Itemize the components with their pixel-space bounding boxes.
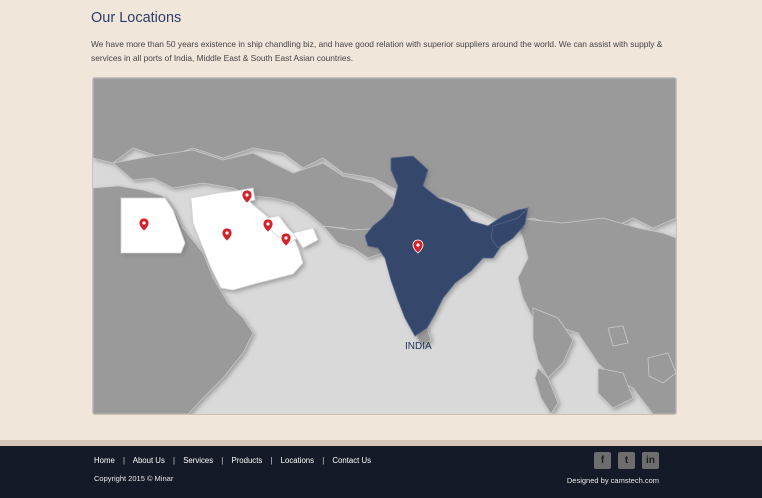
india-label: INDIA — [405, 341, 432, 352]
footer-nav: Home | About Us | Services | Products | … — [94, 456, 371, 465]
map-svg: INDIA — [93, 78, 676, 414]
nav-separator: | — [221, 456, 224, 465]
footer-link-about-us[interactable]: About Us — [133, 456, 165, 465]
page-title: Our Locations — [91, 10, 182, 26]
footer-link-locations[interactable]: Locations — [281, 456, 314, 465]
nav-separator: | — [322, 456, 325, 465]
intro-text: We have more than 50 years existence in … — [91, 39, 663, 63]
nav-separator: | — [173, 456, 176, 465]
nav-separator: | — [122, 456, 126, 465]
footer-link-services[interactable]: Services — [183, 456, 213, 465]
designer-credit[interactable]: Designed by camstech.com — [567, 476, 659, 485]
social-links: f t in — [594, 452, 659, 469]
facebook-icon[interactable]: f — [594, 452, 611, 469]
linkedin-icon[interactable]: in — [642, 452, 659, 469]
footer-link-contact-us[interactable]: Contact Us — [332, 456, 371, 465]
footer-link-products[interactable]: Products — [232, 456, 263, 465]
locations-map: INDIA — [92, 77, 677, 415]
copyright-text: Copyright 2015 © Minar — [94, 474, 174, 483]
footer-link-home[interactable]: Home — [94, 456, 115, 465]
nav-separator: | — [270, 456, 273, 465]
footer: Home | About Us | Services | Products | … — [0, 446, 762, 498]
twitter-icon[interactable]: t — [618, 452, 635, 469]
